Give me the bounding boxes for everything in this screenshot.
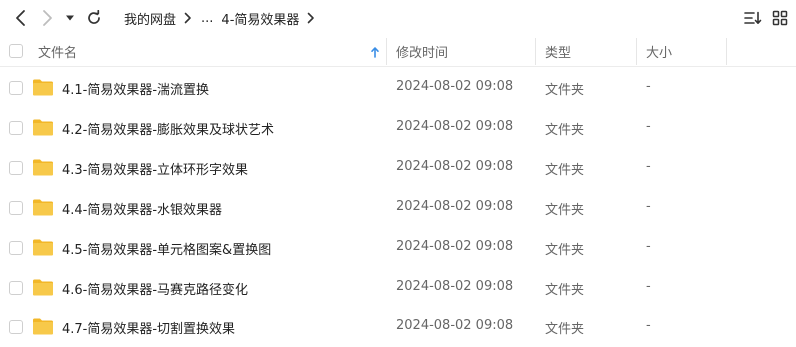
column-header-size[interactable]: 大小 bbox=[646, 36, 672, 67]
file-type: 文件夹 bbox=[545, 322, 585, 337]
file-type: 文件夹 bbox=[545, 243, 585, 258]
table-row[interactable]: 4.1-简易效果器-湍流置换 2024-08-02 09:08 文件夹 - bbox=[0, 68, 796, 108]
file-type: 文件夹 bbox=[545, 203, 585, 218]
folder-icon bbox=[33, 279, 53, 296]
caret-down-icon bbox=[66, 15, 74, 21]
row-checkbox[interactable] bbox=[9, 320, 23, 334]
file-modified: 2024-08-02 09:08 bbox=[396, 199, 514, 214]
row-checkbox[interactable] bbox=[9, 121, 23, 135]
table-row[interactable]: 4.7-简易效果器-切割置换效果 2024-08-02 09:08 文件夹 - bbox=[0, 307, 796, 347]
table-row[interactable]: 4.5-简易效果器-单元格图案&置换图 2024-08-02 09:08 文件夹… bbox=[0, 228, 796, 268]
refresh-icon bbox=[88, 10, 100, 24]
file-name[interactable]: 4.2-简易效果器-膨胀效果及球状艺术 bbox=[62, 119, 274, 138]
row-checkbox[interactable] bbox=[9, 201, 23, 215]
file-name[interactable]: 4.3-简易效果器-立体环形字效果 bbox=[62, 159, 248, 178]
folder-icon bbox=[33, 199, 53, 216]
file-name[interactable]: 4.7-简易效果器-切割置换效果 bbox=[62, 318, 235, 337]
column-divider[interactable] bbox=[726, 38, 727, 65]
column-header-modified[interactable]: 修改时间 bbox=[396, 36, 448, 67]
column-header-type[interactable]: 类型 bbox=[545, 36, 571, 67]
toolbar: 我的网盘 ... 4-简易效果器 bbox=[0, 0, 796, 36]
file-size: - bbox=[646, 279, 651, 294]
chevron-right-icon bbox=[307, 12, 315, 24]
forward-button[interactable] bbox=[37, 8, 59, 28]
file-size: - bbox=[646, 159, 651, 174]
column-divider[interactable] bbox=[386, 38, 387, 65]
breadcrumb-ellipsis[interactable]: ... bbox=[201, 11, 213, 26]
table-header: 文件名 修改时间 类型 大小 bbox=[0, 36, 796, 67]
view-toggle-button[interactable] bbox=[770, 9, 790, 27]
folder-icon bbox=[33, 119, 53, 136]
file-size: - bbox=[646, 199, 651, 214]
row-checkbox[interactable] bbox=[9, 281, 23, 295]
sort-ascending-icon[interactable] bbox=[370, 36, 380, 67]
file-type: 文件夹 bbox=[545, 123, 585, 138]
row-checkbox[interactable] bbox=[9, 241, 23, 255]
file-modified: 2024-08-02 09:08 bbox=[396, 119, 514, 134]
chevron-right-icon bbox=[43, 10, 52, 26]
file-modified: 2024-08-02 09:08 bbox=[396, 279, 514, 294]
file-type: 文件夹 bbox=[545, 163, 585, 178]
column-divider[interactable] bbox=[535, 38, 536, 65]
folder-icon bbox=[33, 79, 53, 96]
breadcrumb-root[interactable]: 我的网盘 bbox=[124, 9, 176, 28]
breadcrumb: 我的网盘 ... 4-简易效果器 bbox=[124, 9, 324, 28]
file-name[interactable]: 4.6-简易效果器-马赛克路径变化 bbox=[62, 279, 248, 298]
file-type: 文件夹 bbox=[545, 283, 585, 298]
table-row[interactable]: 4.3-简易效果器-立体环形字效果 2024-08-02 09:08 文件夹 - bbox=[0, 148, 796, 188]
file-size: - bbox=[646, 318, 651, 333]
grid-view-icon bbox=[772, 10, 788, 26]
breadcrumb-current[interactable]: 4-简易效果器 bbox=[221, 9, 299, 28]
sort-list-icon bbox=[744, 11, 762, 24]
row-checkbox[interactable] bbox=[9, 81, 23, 95]
row-checkbox[interactable] bbox=[9, 161, 23, 175]
file-name[interactable]: 4.1-简易效果器-湍流置换 bbox=[62, 79, 209, 98]
folder-icon bbox=[33, 159, 53, 176]
file-name[interactable]: 4.5-简易效果器-单元格图案&置换图 bbox=[62, 239, 271, 258]
file-size: - bbox=[646, 79, 651, 94]
file-size: - bbox=[646, 119, 651, 134]
column-divider[interactable] bbox=[636, 38, 637, 65]
folder-icon bbox=[33, 239, 53, 256]
file-modified: 2024-08-02 09:08 bbox=[396, 79, 514, 94]
table-row[interactable]: 4.2-简易效果器-膨胀效果及球状艺术 2024-08-02 09:08 文件夹… bbox=[0, 108, 796, 148]
file-modified: 2024-08-02 09:08 bbox=[396, 318, 514, 333]
file-modified: 2024-08-02 09:08 bbox=[396, 159, 514, 174]
file-modified: 2024-08-02 09:08 bbox=[396, 239, 514, 254]
folder-icon bbox=[33, 318, 53, 335]
file-type: 文件夹 bbox=[545, 83, 585, 98]
chevron-right-icon bbox=[184, 12, 192, 24]
column-header-name[interactable]: 文件名 bbox=[38, 36, 77, 67]
refresh-button[interactable] bbox=[83, 8, 105, 28]
table-row[interactable]: 4.6-简易效果器-马赛克路径变化 2024-08-02 09:08 文件夹 - bbox=[0, 268, 796, 308]
table-row[interactable]: 4.4-简易效果器-水银效果器 2024-08-02 09:08 文件夹 - bbox=[0, 188, 796, 228]
sort-button[interactable] bbox=[743, 9, 763, 27]
file-name[interactable]: 4.4-简易效果器-水银效果器 bbox=[62, 199, 222, 218]
select-all-checkbox[interactable] bbox=[9, 44, 23, 58]
back-button[interactable] bbox=[9, 8, 31, 28]
history-dropdown[interactable] bbox=[62, 8, 78, 28]
chevron-left-icon bbox=[16, 10, 25, 26]
file-size: - bbox=[646, 239, 651, 254]
